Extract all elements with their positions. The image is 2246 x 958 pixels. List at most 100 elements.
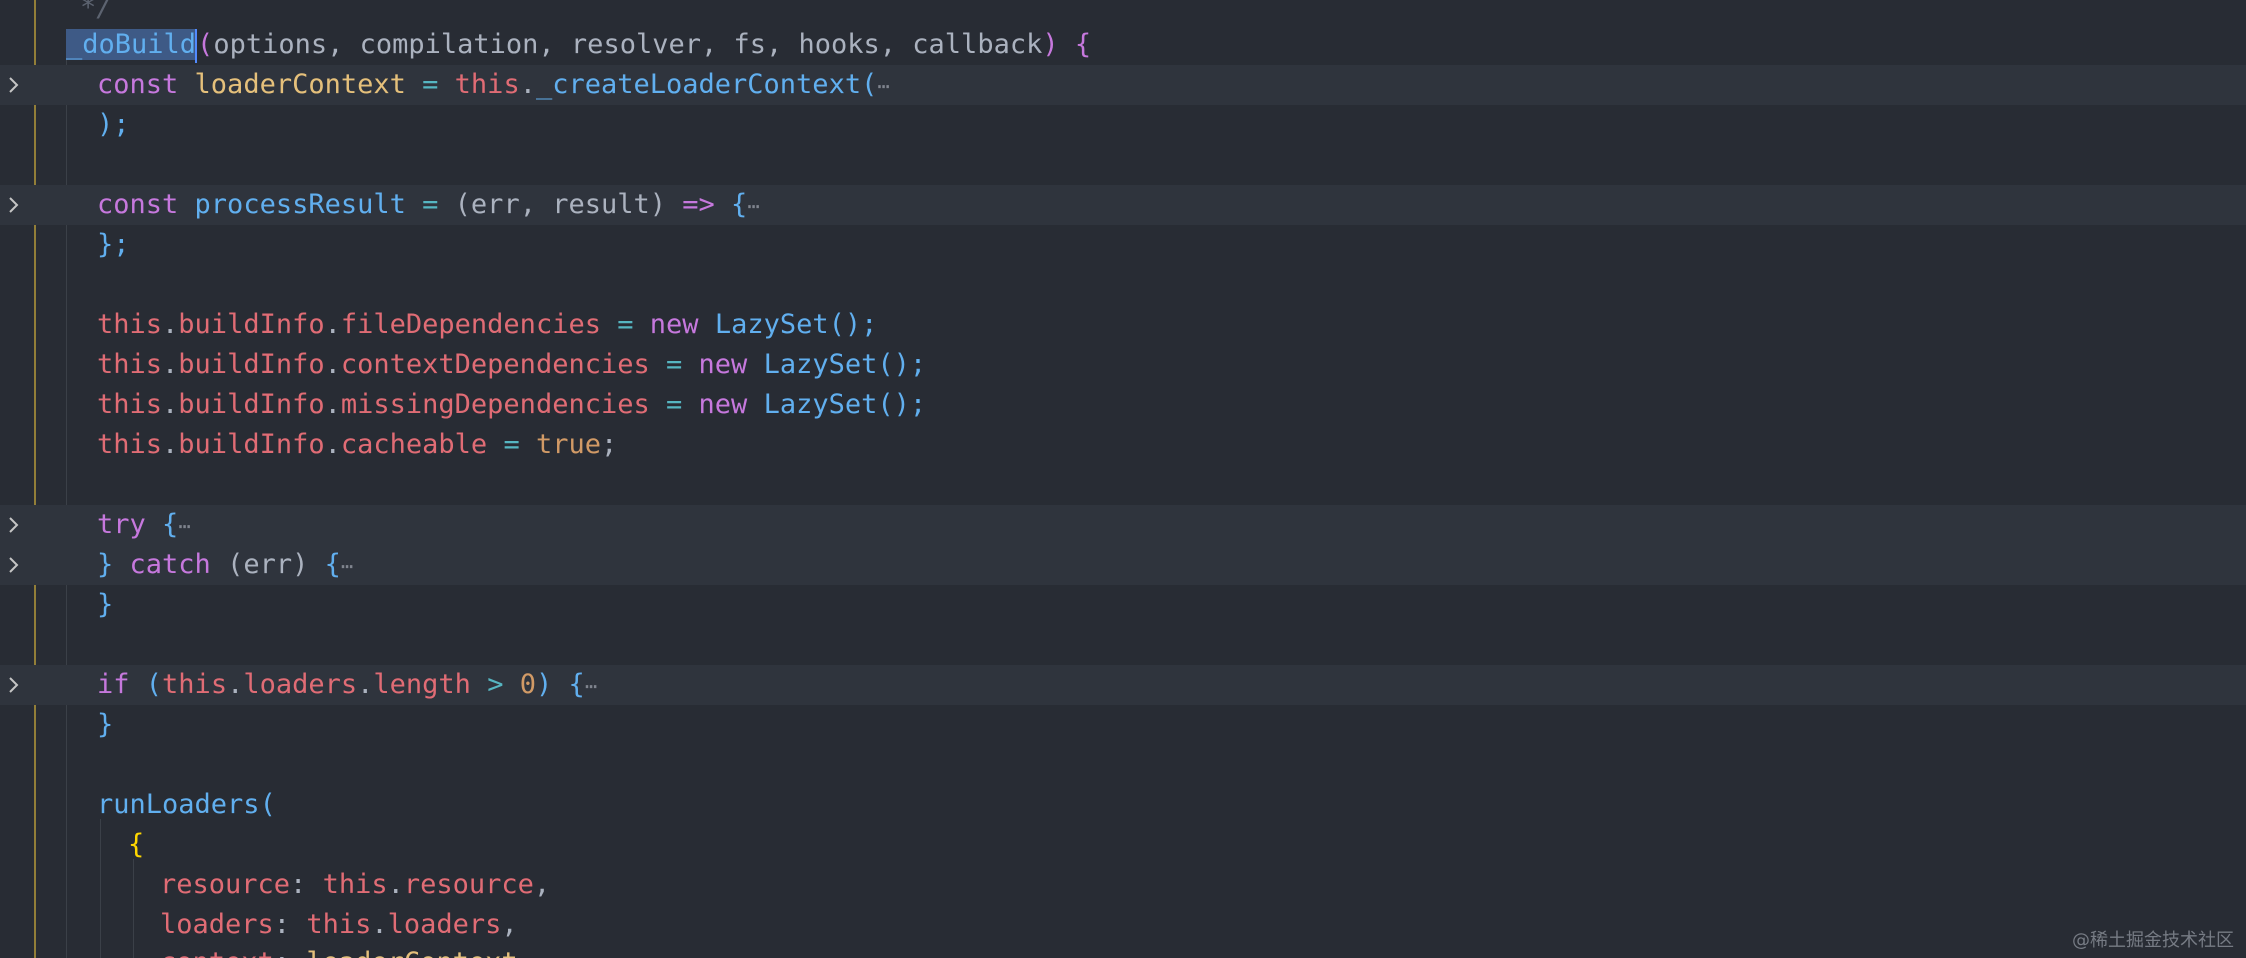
- code-line[interactable]: {: [0, 825, 2246, 865]
- params-text: options, compilation, resolver, fs, hook…: [213, 29, 1043, 60]
- chevron-right-icon[interactable]: [2, 545, 28, 585]
- property: buildInfo: [178, 309, 325, 340]
- code-text: );: [97, 109, 130, 140]
- code-text: } catch (err) {⋯: [97, 545, 353, 585]
- fold-ellipsis[interactable]: ⋯: [877, 74, 889, 98]
- code-text: this.buildInfo.contextDependencies = new…: [97, 349, 927, 380]
- this-keyword: this: [322, 869, 388, 900]
- property: length: [373, 669, 471, 700]
- code-line[interactable]: _doBuild(options, compilation, resolver,…: [0, 25, 2246, 65]
- property: missingDependencies: [340, 389, 650, 420]
- chevron-right-icon[interactable]: [2, 665, 28, 705]
- code-line-folded[interactable]: } catch (err) {⋯: [0, 545, 2246, 585]
- paren: (: [259, 789, 276, 820]
- fold-ellipsis[interactable]: ⋯: [178, 514, 190, 538]
- object-key: context: [160, 947, 274, 958]
- paren: (: [861, 69, 878, 100]
- code-line[interactable]: resource: this.resource,: [0, 865, 2246, 905]
- paren: (: [145, 669, 163, 700]
- code-text: context: loaderContext,: [160, 943, 534, 958]
- property: buildInfo: [178, 389, 325, 420]
- colon: :: [290, 869, 307, 900]
- colon: :: [274, 947, 290, 958]
- code-text: runLoaders(: [97, 785, 276, 825]
- code-line[interactable]: this.buildInfo.contextDependencies = new…: [0, 345, 2246, 385]
- code-text: resource: this.resource,: [160, 869, 551, 900]
- fold-ellipsis[interactable]: ⋯: [747, 194, 759, 218]
- this-keyword: this: [454, 69, 520, 100]
- property: resource: [403, 869, 534, 900]
- code-text: }: [97, 709, 114, 740]
- object-key: resource: [160, 869, 291, 900]
- watermark: @稀土掘金技术社区: [2072, 930, 2234, 951]
- code-line[interactable]: }: [0, 705, 2246, 745]
- number-literal: 0: [519, 669, 537, 700]
- brace: {: [324, 549, 341, 580]
- code-line-folded[interactable]: try {⋯: [0, 505, 2246, 545]
- property: contextDependencies: [340, 349, 650, 380]
- brace: {: [731, 189, 748, 220]
- this-keyword: this: [162, 669, 228, 700]
- code-line[interactable]: this.buildInfo.missingDependencies = new…: [0, 385, 2246, 425]
- code-text: };: [97, 229, 130, 260]
- comma: ,: [533, 869, 551, 900]
- arguments: (err, result): [454, 189, 666, 220]
- paren: ): [536, 669, 553, 700]
- comment-text: */: [80, 0, 113, 23]
- class-name: LazySet: [763, 389, 878, 420]
- keyword: catch: [129, 549, 211, 580]
- code-line[interactable]: runLoaders(: [0, 785, 2246, 825]
- property: buildInfo: [178, 349, 325, 380]
- code-line[interactable]: }: [0, 585, 2246, 625]
- variable: loaderContext: [306, 947, 517, 958]
- code-text: this.buildInfo.missingDependencies = new…: [97, 389, 927, 420]
- code-text: const loaderContext = this._createLoader…: [97, 65, 889, 105]
- operator: =: [422, 189, 439, 220]
- operator: =: [666, 389, 683, 420]
- this-keyword: this: [306, 909, 372, 940]
- dot: .: [519, 69, 536, 100]
- keyword: const: [97, 189, 179, 220]
- property: loaders: [387, 909, 502, 940]
- code-text: this.buildInfo.fileDependencies = new La…: [97, 309, 878, 340]
- code-line-folded[interactable]: const processResult = (err, result) => {…: [0, 185, 2246, 225]
- call-parens: ();: [828, 309, 878, 340]
- call-parens: ();: [877, 389, 927, 420]
- brace: {: [568, 669, 585, 700]
- method-name: _createLoaderContext: [535, 69, 862, 100]
- keyword: if: [97, 669, 130, 700]
- class-name: LazySet: [714, 309, 829, 340]
- this-keyword: this: [97, 389, 163, 420]
- code-line[interactable]: this.buildInfo.fileDependencies = new La…: [0, 305, 2246, 345]
- boolean-literal: true: [535, 429, 602, 460]
- code-editor[interactable]: */ _doBuild(options, compilation, resolv…: [0, 0, 2246, 958]
- function-call: runLoaders: [97, 789, 260, 820]
- code-text: {: [128, 829, 145, 860]
- arrow: =>: [682, 189, 715, 220]
- paren: (: [197, 29, 214, 60]
- code-line[interactable]: };: [0, 225, 2246, 265]
- chevron-right-icon[interactable]: [2, 65, 28, 105]
- semicolon: ;: [601, 429, 618, 460]
- variable: loaderContext: [194, 69, 406, 100]
- brace: {: [1058, 29, 1092, 60]
- code-line[interactable]: context: loaderContext,: [0, 943, 2246, 958]
- code-line[interactable]: loaders: this.loaders,: [0, 905, 2246, 945]
- code-line[interactable]: );: [0, 105, 2246, 145]
- code-line[interactable]: this.buildInfo.cacheable = true;: [0, 425, 2246, 465]
- paren: ): [1042, 29, 1059, 60]
- function-variable: processResult: [194, 189, 406, 220]
- keyword: new: [698, 349, 748, 380]
- code-line-folded[interactable]: const loaderContext = this._createLoader…: [0, 65, 2246, 105]
- fold-ellipsis[interactable]: ⋯: [585, 674, 597, 698]
- code-line[interactable]: */: [0, 0, 2246, 28]
- chevron-right-icon[interactable]: [2, 505, 28, 545]
- chevron-right-icon[interactable]: [2, 185, 28, 225]
- code-text: }: [97, 589, 114, 620]
- class-name: LazySet: [763, 349, 878, 380]
- fold-ellipsis[interactable]: ⋯: [341, 554, 353, 578]
- code-line-folded[interactable]: if (this.loaders.length > 0) {⋯: [0, 665, 2246, 705]
- code-text: this.buildInfo.cacheable = true;: [97, 429, 618, 460]
- code-text: const processResult = (err, result) => {…: [97, 185, 759, 225]
- keyword: try: [97, 509, 146, 540]
